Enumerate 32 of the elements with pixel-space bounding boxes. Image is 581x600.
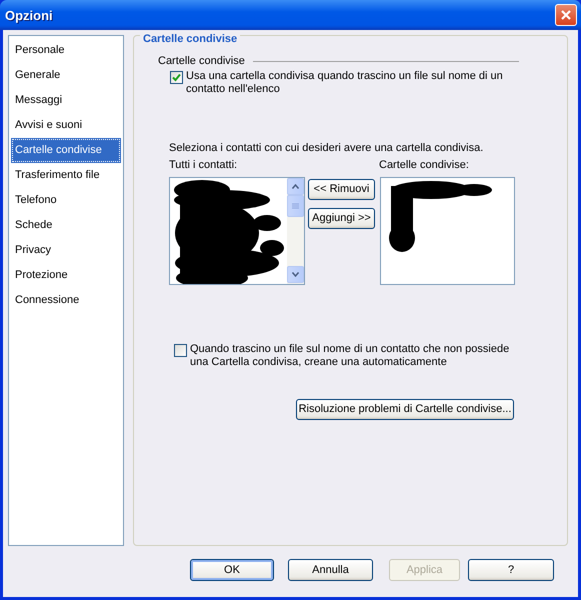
sidebar-item[interactable]: Telefono: [11, 188, 121, 213]
close-icon: [560, 9, 572, 21]
dialog-button[interactable]: OK: [190, 559, 274, 581]
sidebar-item[interactable]: Protezione: [11, 263, 121, 288]
sidebar-item[interactable]: Personale: [11, 38, 121, 63]
dialog-button[interactable]: ?: [468, 559, 554, 581]
dialog-button[interactable]: Annulla: [288, 559, 373, 581]
sidebar-item[interactable]: Messaggi: [11, 88, 121, 113]
checkbox[interactable]: [174, 344, 187, 357]
troubleshoot-button[interactable]: Risoluzione problemi di Cartelle condivise...: [296, 399, 514, 420]
list-label: Cartelle condivise:: [379, 159, 469, 172]
scrollbar[interactable]: [287, 178, 304, 284]
instruction-text: Seleziona i contatti con cui desideri avere una cartella condivisa.: [169, 142, 484, 155]
sidebar-item[interactable]: Privacy: [11, 238, 121, 263]
sidebar-item[interactable]: Connessione: [11, 288, 121, 313]
sidebar-item[interactable]: Generale: [11, 63, 121, 88]
list-label: Tutti i contatti:: [169, 159, 238, 172]
remove-button[interactable]: << Rimuovi: [308, 179, 375, 200]
sidebar-item[interactable]: Schede: [11, 213, 121, 238]
close-button[interactable]: [555, 4, 577, 26]
add-button[interactable]: Aggiungi >>: [308, 208, 375, 229]
sidebar-item[interactable]: Cartelle condivise: [11, 138, 121, 163]
shared-folders-list[interactable]: [380, 177, 515, 285]
checkbox[interactable]: [170, 71, 183, 84]
checkbox-label: Quando trascino un file sul nome di un contatto che non possiede una Cartella condivisa, creane una automaticamente: [190, 343, 510, 369]
window-title: Opzioni: [5, 8, 53, 22]
sidebar-item[interactable]: Trasferimento file: [11, 163, 121, 188]
grip-icon: [292, 202, 299, 210]
sidebar-item[interactable]: Avvisi e suoni: [11, 113, 121, 138]
contacts-list[interactable]: [169, 177, 305, 285]
section-label: Cartelle condivise: [158, 55, 245, 68]
checkbox-label: Usa una cartella condivisa quando trascino un file sul nome di un contatto nell'elenco: [186, 70, 504, 96]
